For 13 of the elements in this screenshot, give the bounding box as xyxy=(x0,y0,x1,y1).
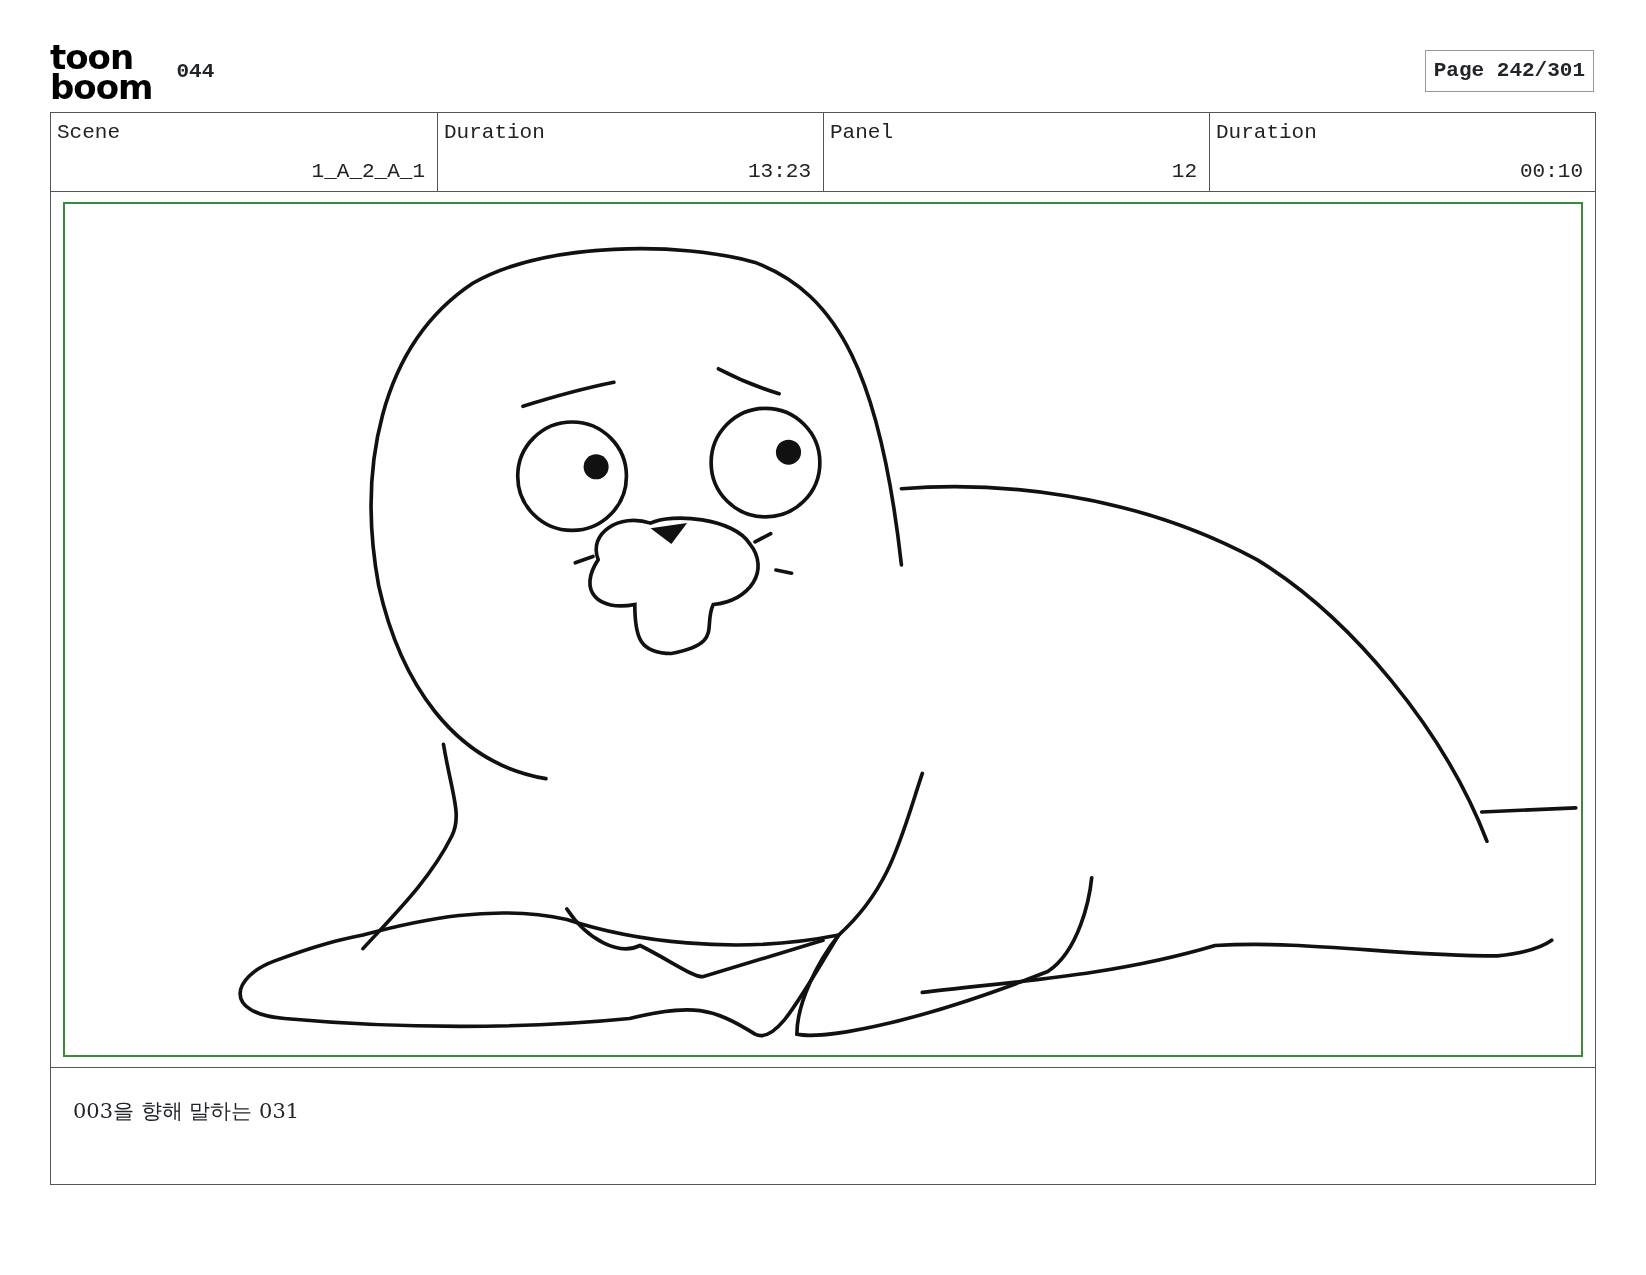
sequence-number: 044 xyxy=(176,59,215,86)
field-value: 00:10 xyxy=(1519,158,1583,185)
page-number: Page 242/301 xyxy=(1424,50,1594,92)
logo-text: boom xyxy=(50,72,153,102)
field-value: 1_A_2_A_1 xyxy=(310,158,425,185)
field-value: 12 xyxy=(1170,158,1197,185)
caption: 003을 향해 말하는 031 xyxy=(73,1099,300,1123)
field-label: Scene xyxy=(57,120,121,146)
field-label: Panel xyxy=(830,120,894,146)
logo-text: toon xyxy=(50,42,134,72)
field-value: 13:23 xyxy=(747,158,811,185)
field-label: Duration xyxy=(1216,120,1318,146)
field-label: Duration xyxy=(444,120,546,146)
